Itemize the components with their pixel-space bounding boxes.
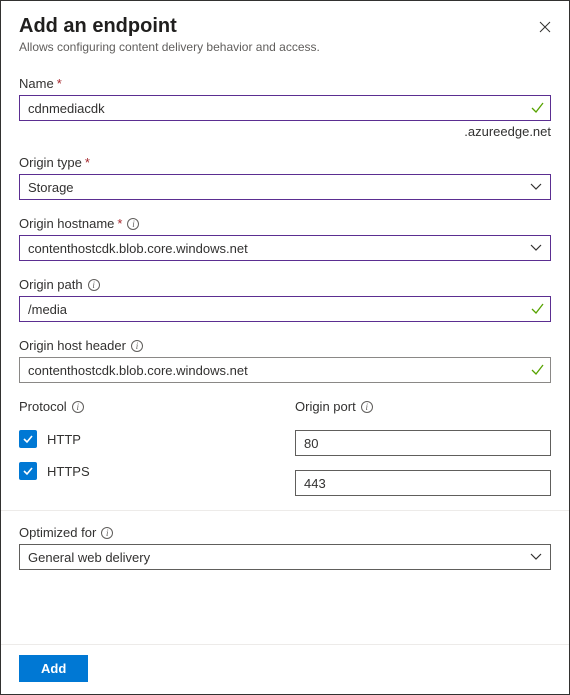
https-port-input[interactable]: [295, 470, 551, 496]
name-label: Name*: [19, 76, 551, 91]
chevron-down-icon: [530, 244, 542, 252]
name-input[interactable]: [19, 95, 551, 121]
https-checkbox[interactable]: [19, 462, 37, 480]
info-icon[interactable]: i: [131, 340, 143, 352]
required-mark: *: [85, 155, 90, 170]
check-icon: [22, 465, 34, 477]
protocol-label: Protocol i: [19, 399, 275, 414]
name-suffix: .azureedge.net: [19, 124, 551, 139]
chevron-down-icon: [530, 183, 542, 191]
optimized-for-select[interactable]: General web delivery: [19, 544, 551, 570]
origin-hostname-select[interactable]: contenthostcdk.blob.core.windows.net: [19, 235, 551, 261]
check-icon: [22, 433, 34, 445]
chevron-down-icon: [530, 553, 542, 561]
origin-host-header-label: Origin host header i: [19, 338, 551, 353]
http-label: HTTP: [47, 432, 81, 447]
origin-type-value: Storage: [28, 180, 74, 195]
info-icon[interactable]: i: [127, 218, 139, 230]
info-icon[interactable]: i: [72, 401, 84, 413]
info-icon[interactable]: i: [361, 401, 373, 413]
required-mark: *: [57, 76, 62, 91]
origin-host-header-input[interactable]: [19, 357, 551, 383]
origin-type-select[interactable]: Storage: [19, 174, 551, 200]
footer: Add: [1, 644, 569, 694]
http-checkbox[interactable]: [19, 430, 37, 448]
origin-hostname-label: Origin hostname* i: [19, 216, 551, 231]
add-button[interactable]: Add: [19, 655, 88, 682]
https-checkbox-row[interactable]: HTTPS: [19, 462, 275, 480]
https-label: HTTPS: [47, 464, 90, 479]
panel-title: Add an endpoint: [19, 15, 320, 38]
panel-subtitle: Allows configuring content delivery beha…: [19, 40, 320, 54]
check-icon: [530, 101, 544, 115]
info-icon[interactable]: i: [101, 527, 113, 539]
optimized-for-value: General web delivery: [28, 550, 150, 565]
origin-hostname-value: contenthostcdk.blob.core.windows.net: [28, 241, 248, 256]
origin-path-label: Origin path i: [19, 277, 551, 292]
divider: [1, 510, 569, 511]
http-port-input[interactable]: [295, 430, 551, 456]
required-mark: *: [117, 216, 122, 231]
origin-path-input[interactable]: [19, 296, 551, 322]
info-icon[interactable]: i: [88, 279, 100, 291]
origin-type-label: Origin type*: [19, 155, 551, 170]
check-icon: [530, 302, 544, 316]
close-button[interactable]: [539, 15, 551, 33]
close-icon: [539, 21, 551, 33]
http-checkbox-row[interactable]: HTTP: [19, 430, 275, 448]
check-icon: [530, 363, 544, 377]
optimized-for-label: Optimized for i: [19, 525, 551, 540]
origin-port-label: Origin port i: [295, 399, 551, 414]
